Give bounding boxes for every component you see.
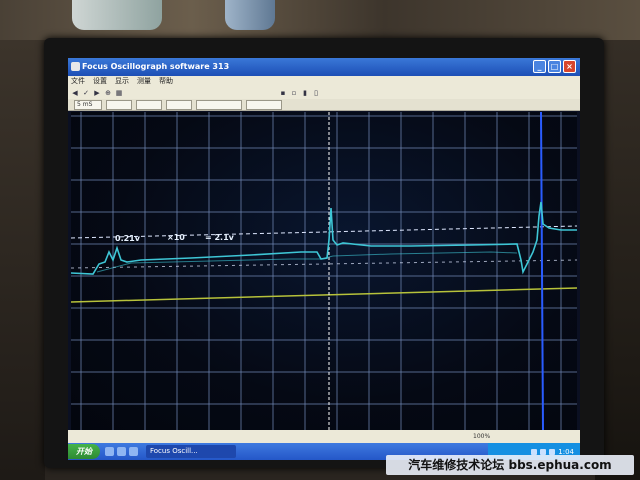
quick-launch-icon[interactable] — [105, 447, 114, 456]
maximize-button[interactable]: □ — [548, 60, 561, 73]
back-icon[interactable]: ◀ — [71, 89, 79, 97]
window-controls: _ □ × — [533, 60, 576, 74]
quick-launch-icon[interactable] — [129, 447, 138, 456]
settings-bar: 5 mS — [68, 99, 580, 111]
menu-measure[interactable]: 测量 — [137, 76, 151, 87]
close-button[interactable]: × — [563, 60, 576, 73]
window-titlebar: Focus Oscillograph software 313 _ □ × — [68, 58, 580, 76]
cursor-icon[interactable]: ▮ — [301, 89, 309, 97]
setting-field[interactable] — [136, 99, 162, 110]
paint-can — [72, 0, 162, 30]
zoom-icon[interactable]: ⊕ — [104, 89, 112, 97]
setting-field[interactable] — [166, 99, 192, 110]
background-left — [0, 40, 45, 480]
forward-icon[interactable]: ▶ — [93, 89, 101, 97]
measure-icon[interactable]: ▯ — [312, 89, 320, 97]
menu-help[interactable]: 帮助 — [159, 76, 173, 87]
check-icon[interactable]: ✓ — [82, 89, 90, 97]
minimize-button[interactable]: _ — [533, 60, 546, 73]
bottle — [225, 0, 275, 30]
app-icon — [71, 62, 80, 71]
save-icon[interactable]: ▪ — [279, 89, 287, 97]
oscilloscope-canvas — [71, 112, 577, 430]
upper-cursor-line — [71, 225, 577, 239]
voltage-high-label: = 2.1v — [205, 233, 234, 242]
toolbar: ◀ ✓ ▶ ⊕ ▦ ▪ ▫ ▮ ▯ — [68, 87, 580, 99]
menubar: 文件 设置 显示 测量 帮助 — [68, 76, 580, 87]
tray-icon[interactable] — [531, 448, 538, 455]
taskbar-app[interactable]: Focus Oscill... — [146, 445, 236, 458]
menu-settings[interactable]: 设置 — [93, 76, 107, 87]
start-button[interactable]: 开始 — [68, 444, 100, 459]
grid-icon[interactable]: ▦ — [115, 89, 123, 97]
print-icon[interactable]: ▫ — [290, 89, 298, 97]
timebase-field[interactable]: 5 mS — [74, 99, 102, 110]
ground-reference-line — [71, 287, 577, 303]
setting-field[interactable] — [246, 99, 282, 110]
setting-field[interactable] — [196, 99, 242, 110]
window-title: Focus Oscillograph software 313 — [82, 62, 230, 71]
watermark: 汽车维修技术论坛 bbs.ephua.com — [386, 455, 634, 475]
oscilloscope-display[interactable]: 0.21v ×10 = 2.1v — [71, 112, 577, 430]
multiplier-label: ×10 — [167, 233, 185, 242]
quick-launch — [105, 447, 138, 456]
monitor-screen: Focus Oscillograph software 313 _ □ × 文件… — [68, 58, 580, 460]
lower-cursor-line — [71, 259, 577, 269]
signal-trace — [71, 201, 577, 275]
voltage-low-label: 0.21v — [115, 234, 140, 243]
tray-icon[interactable] — [549, 448, 556, 455]
signal-trace-secondary — [96, 251, 518, 273]
menu-file[interactable]: 文件 — [71, 76, 85, 87]
zoom-level: 100% — [473, 433, 491, 440]
tray-icon[interactable] — [540, 448, 547, 455]
menu-display[interactable]: 显示 — [115, 76, 129, 87]
quick-launch-icon[interactable] — [117, 447, 126, 456]
marker-line — [540, 112, 544, 430]
statusbar: 100% — [68, 430, 580, 443]
setting-field[interactable] — [106, 99, 132, 110]
